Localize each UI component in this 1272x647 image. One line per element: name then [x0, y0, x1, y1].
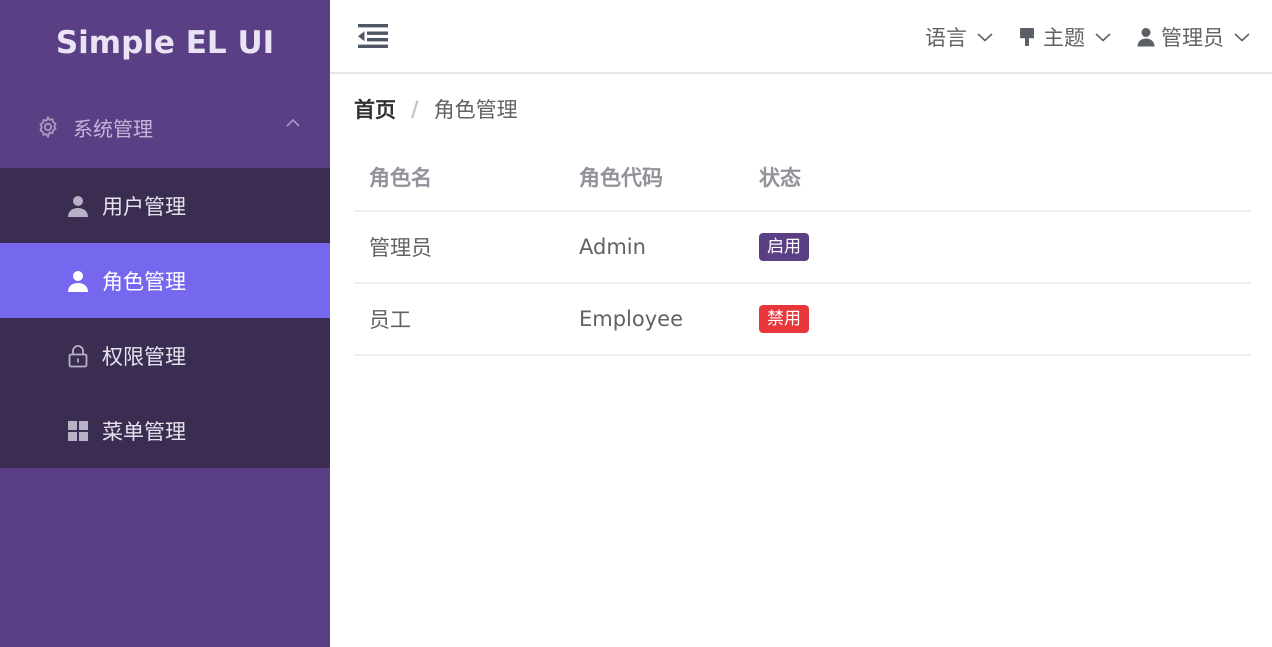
sidebar-item-menus[interactable]: 菜单管理: [0, 393, 330, 468]
cell-role-name: 管理员: [354, 211, 564, 284]
status-badge: 启用: [759, 233, 809, 261]
sidebar-item-users[interactable]: 用户管理: [0, 168, 330, 243]
column-header-status: 状态: [744, 144, 1251, 212]
sidebar-item-label: 权限管理: [102, 344, 186, 369]
status-badge: 禁用: [759, 305, 809, 333]
app-root: Simple EL UI 系统管理 用户管理 角色管理 权限管理 菜单管理 语言…: [0, 0, 1272, 647]
table-header-row: 角色名 角色代码 状态: [354, 144, 1251, 212]
sidebar-item-label: 用户管理: [102, 194, 186, 219]
submenu-system-management[interactable]: 系统管理: [0, 86, 330, 168]
breadcrumb-separator: /: [411, 97, 419, 121]
breadcrumb: 首页 / 角色管理: [354, 74, 1251, 144]
chevron-down-icon: [977, 33, 993, 42]
cell-role-name: 员工: [354, 283, 564, 356]
breadcrumb-current: 角色管理: [433, 98, 518, 122]
menu-fold-icon[interactable]: [358, 22, 388, 50]
theme-label: 主题: [1043, 26, 1085, 50]
sidebar: Simple EL UI 系统管理 用户管理 角色管理 权限管理 菜单管理: [0, 0, 330, 647]
breadcrumb-home[interactable]: 首页: [354, 94, 396, 124]
cell-status: 禁用: [744, 283, 1251, 356]
submenu-items: 用户管理 角色管理 权限管理 菜单管理: [0, 168, 330, 468]
language-dropdown[interactable]: 语言: [925, 22, 993, 52]
grid-icon: [68, 420, 88, 441]
roles-table: 角色名 角色代码 状态 管理员 Admin 启用 员工 Employee 禁用: [354, 144, 1251, 356]
user-name: 管理员: [1161, 26, 1224, 50]
user-icon: [68, 270, 88, 292]
language-label: 语言: [925, 26, 967, 50]
lock-icon: [68, 344, 88, 367]
chevron-down-icon: [1095, 33, 1111, 42]
table-row[interactable]: 员工 Employee 禁用: [354, 283, 1251, 356]
sidebar-item-label: 角色管理: [102, 269, 186, 294]
top-header: 语言 主题 管理员: [330, 0, 1272, 74]
sidebar-item-permissions[interactable]: 权限管理: [0, 318, 330, 393]
column-header-role-code: 角色代码: [564, 144, 744, 212]
gear-icon: [39, 115, 57, 139]
app-logo: Simple EL UI: [55, 25, 275, 61]
column-header-role-name: 角色名: [354, 144, 564, 212]
cell-status: 启用: [744, 211, 1251, 284]
user-dropdown[interactable]: 管理员: [1137, 22, 1250, 52]
cell-role-code: Admin: [564, 211, 744, 284]
theme-dropdown[interactable]: 主题: [1019, 22, 1111, 52]
table-row[interactable]: 管理员 Admin 启用: [354, 211, 1251, 284]
chevron-down-icon: [1234, 33, 1250, 42]
sidebar-item-label: 菜单管理: [102, 419, 186, 444]
chevron-up-icon: [286, 118, 300, 127]
submenu-label: 系统管理: [73, 116, 153, 141]
sidebar-item-roles[interactable]: 角色管理: [0, 243, 330, 318]
paint-brush-icon: [1020, 28, 1034, 46]
main-content: 首页 / 角色管理 角色名 角色代码 状态 管理员 Admin 启用 员工 Em…: [354, 74, 1251, 356]
header-actions: 语言 主题 管理员: [899, 0, 1250, 74]
user-icon: [68, 195, 88, 217]
cell-role-code: Employee: [564, 283, 744, 356]
user-icon: [1137, 28, 1155, 47]
